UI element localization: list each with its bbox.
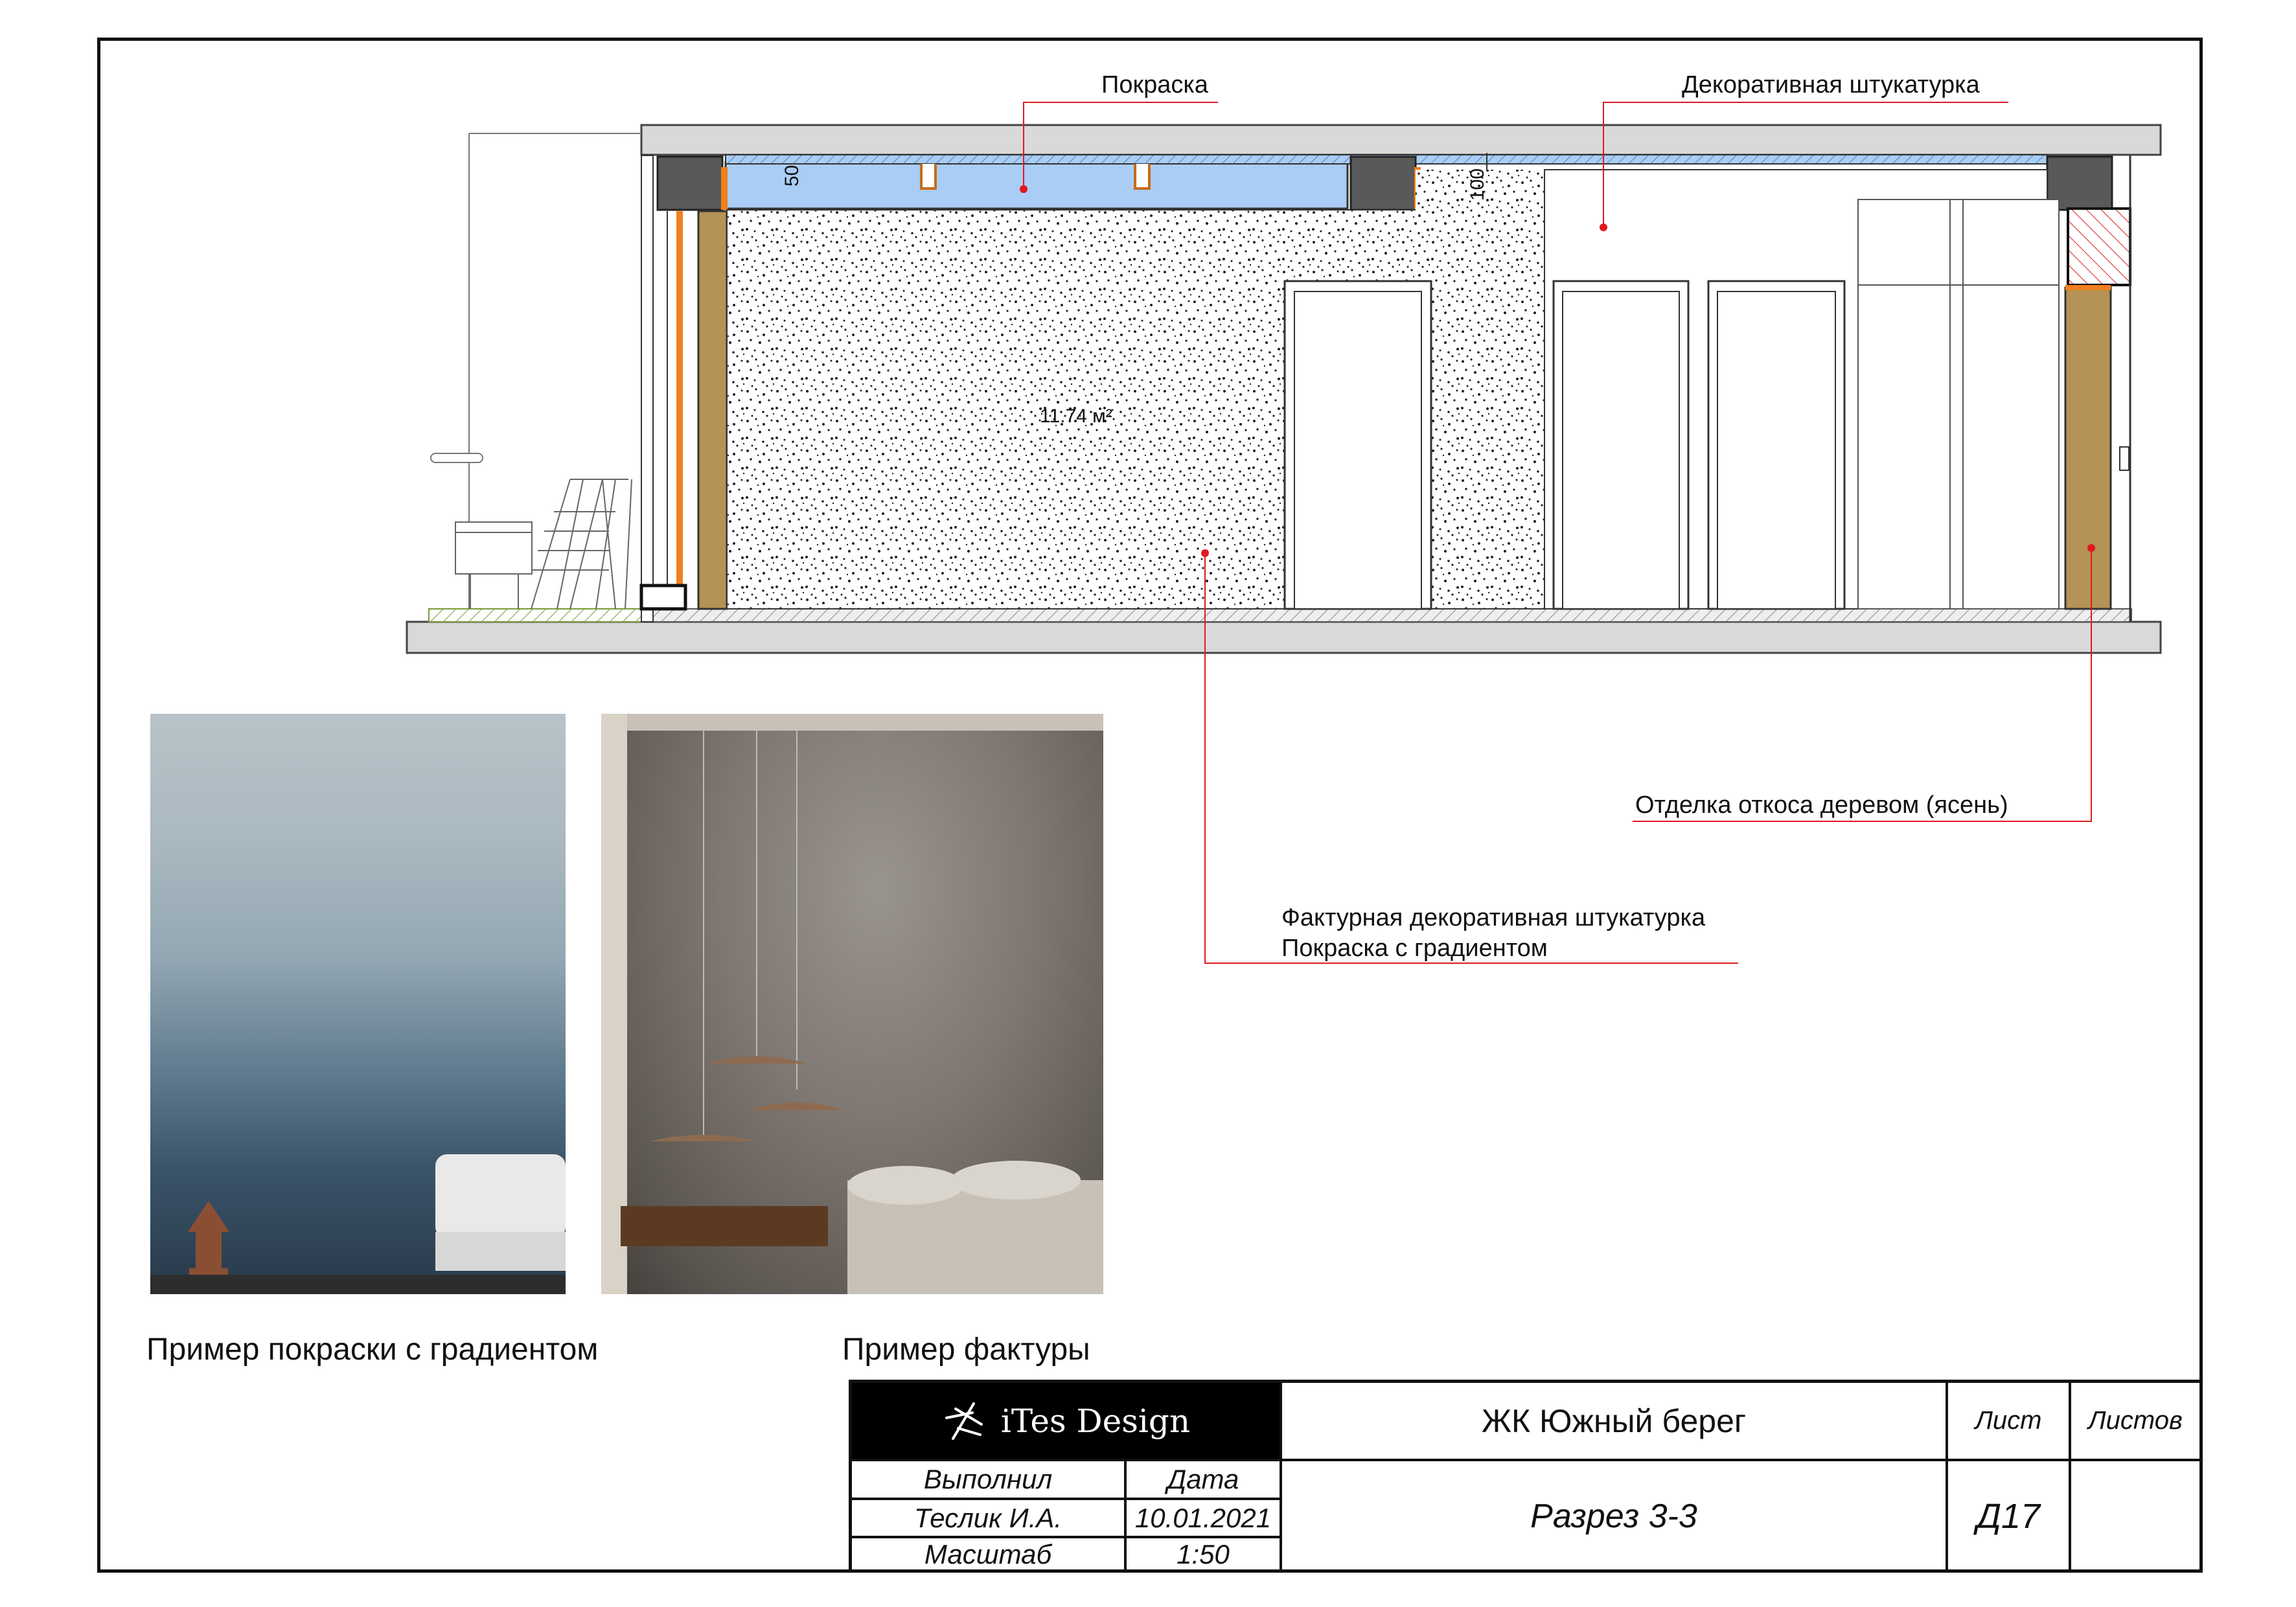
- logo-text: iTes Design: [1000, 1402, 1191, 1440]
- right-beam: [2067, 207, 2131, 286]
- left-wall-orange: [676, 211, 683, 609]
- balcony-chairs: [531, 479, 632, 610]
- balcony-table: [455, 521, 533, 575]
- marker-wood: [2087, 544, 2095, 552]
- scale-label: Масштаб: [924, 1539, 1052, 1569]
- date-value: 10.01.2021: [1134, 1502, 1272, 1533]
- dragonfly-icon: [945, 1402, 983, 1440]
- area-label: 11.74 м²: [1040, 405, 1112, 427]
- date-label: Дата: [1167, 1464, 1239, 1494]
- wardrobe: [1857, 199, 2060, 610]
- lamp-photo1: [188, 1201, 229, 1275]
- title-block: iTes Design ЖК Южный берег Лист Листов В…: [849, 1380, 2203, 1573]
- bed-photo1: [435, 1154, 566, 1238]
- left-wall-wood: [697, 210, 728, 610]
- right-wall-wood: [2064, 286, 2112, 610]
- logo-block: iTes Design: [852, 1383, 1280, 1459]
- left-door-frame: [641, 155, 654, 622]
- marker-texture: [1201, 549, 1209, 557]
- pendant-lamp-2: [706, 1056, 807, 1064]
- pendant-lamp-1: [649, 1135, 758, 1141]
- callout-decor-plaster: Декоративная штукатурка: [1682, 71, 1980, 98]
- dim-50: 50: [781, 165, 803, 187]
- sill-box: [639, 584, 687, 611]
- callout-wood-trim: Отделка откоса деревом (ясень): [1635, 792, 2008, 819]
- column-left: [656, 155, 724, 211]
- callout-texture-line2: Покраска с градиентом: [1281, 935, 1548, 962]
- pendant-lamp-3: [749, 1102, 845, 1110]
- sheet-label: Лист: [1975, 1406, 2042, 1435]
- project-name: ЖК Южный берег: [1481, 1402, 1747, 1439]
- sheets-label: Листов: [2088, 1406, 2183, 1435]
- balcony-rail: [430, 453, 483, 463]
- window-handle: [2119, 446, 2130, 471]
- author-name: Теслик И.А.: [913, 1502, 1062, 1533]
- caption-gradient: Пример покраски с градиентом: [146, 1332, 599, 1367]
- suspended-ceiling-left: [724, 161, 1349, 210]
- floor-slab: [406, 621, 2162, 654]
- light-niche-1: [920, 164, 937, 190]
- balcony-floor: [428, 608, 643, 622]
- drawing-name: Разрез 3-3: [1530, 1497, 1697, 1535]
- scale-value: 1:50: [1177, 1539, 1230, 1569]
- sheets-total: [2071, 1461, 2199, 1571]
- dim-100: 100: [1467, 168, 1488, 201]
- bedside-shelf: [621, 1206, 828, 1246]
- gradient-paint-photo: [150, 714, 566, 1294]
- caption-texture: Пример фактуры: [842, 1332, 1090, 1367]
- floor-finish: [641, 608, 2132, 622]
- marker-paint: [1020, 185, 1027, 193]
- column-middle: [1349, 155, 1417, 211]
- performed-label: Выполнил: [923, 1464, 1053, 1494]
- callout-paint: Покраска: [1101, 71, 1208, 98]
- right-wall-orange: [2065, 285, 2111, 290]
- texture-photo: [601, 714, 1103, 1294]
- callout-texture-line1: Фактурная декоративная штукатурка: [1281, 904, 1706, 931]
- light-niche-2: [1134, 164, 1151, 190]
- marker-decor: [1600, 223, 1607, 231]
- ceiling-slab: [640, 124, 2162, 156]
- sheet-number: Д17: [1976, 1496, 2041, 1536]
